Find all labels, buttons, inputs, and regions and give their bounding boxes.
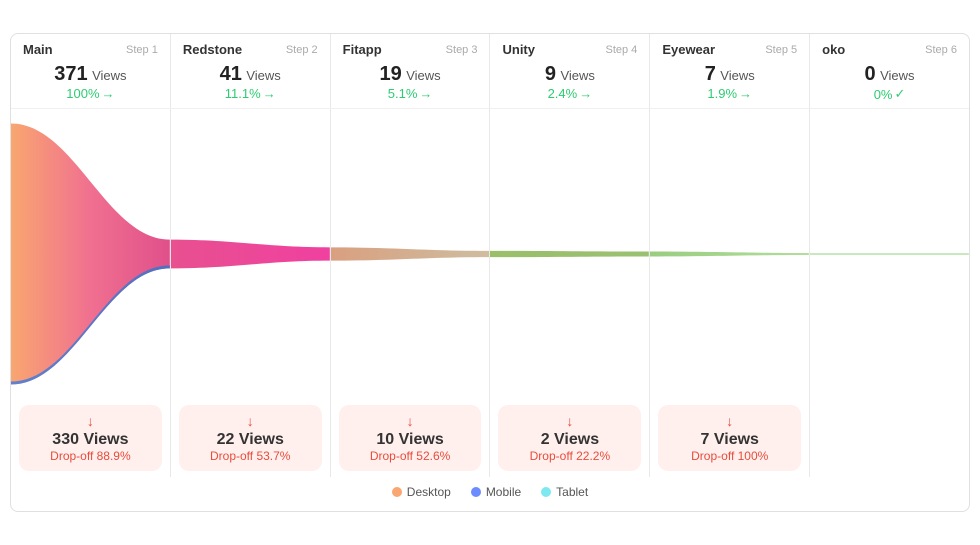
funnel-path-6 <box>810 253 969 255</box>
arrow-icon: → <box>102 86 115 101</box>
legend-label-desktop: Desktop <box>407 485 451 499</box>
legend: Desktop Mobile Tablet <box>11 477 969 503</box>
funnel-path-5 <box>650 252 809 257</box>
step-name-6: oko <box>822 42 845 57</box>
views-pct-2: 11.1%→ <box>183 86 318 101</box>
step-name-2: Redstone <box>183 42 242 57</box>
step-num-1: Step 1 <box>126 44 158 56</box>
dropoff-col-2: ↓ 22 Views Drop-off 53.7% <box>171 399 331 477</box>
legend-item-desktop: Desktop <box>392 485 451 499</box>
dropoff-label-1: Drop-off 88.9% <box>29 449 152 463</box>
dropoff-col-6 <box>810 399 969 477</box>
arrow-icon: → <box>419 86 432 101</box>
dropoff-label-4: Drop-off 22.2% <box>508 449 631 463</box>
step-col-3: Fitapp Step 3 19 Views 5.1%→ <box>331 34 491 108</box>
dropoff-arrow-icon-2: ↓ <box>189 413 312 429</box>
legend-label-mobile: Mobile <box>486 485 521 499</box>
dropoff-arrow-icon-4: ↓ <box>508 413 631 429</box>
dropoff-box-2: ↓ 22 Views Drop-off 53.7% <box>179 405 322 471</box>
step-num-5: Step 5 <box>765 44 797 56</box>
dropoff-label-5: Drop-off 100% <box>668 449 791 463</box>
step-name-4: Unity <box>502 42 535 57</box>
dropoff-col-5: ↓ 7 Views Drop-off 100% <box>650 399 810 477</box>
funnel-path-4 <box>490 251 649 257</box>
dropoff-views-4: 2 Views <box>508 431 631 449</box>
dropoff-label-2: Drop-off 53.7% <box>189 449 312 463</box>
funnel-svg-4 <box>490 109 649 399</box>
dropoff-views-3: 10 Views <box>349 431 472 449</box>
arrow-icon: → <box>263 86 276 101</box>
step-num-4: Step 4 <box>606 44 638 56</box>
funnel-area <box>11 109 969 399</box>
dropoff-box-5: ↓ 7 Views Drop-off 100% <box>658 405 801 471</box>
dropoff-label-3: Drop-off 52.6% <box>349 449 472 463</box>
step-col-4: Unity Step 4 9 Views 2.4%→ <box>490 34 650 108</box>
dropoff-arrow-icon-3: ↓ <box>349 413 472 429</box>
dropoff-col-1: ↓ 330 Views Drop-off 88.9% <box>11 399 171 477</box>
step-name-3: Fitapp <box>343 42 382 57</box>
step-col-2: Redstone Step 2 41 Views 11.1%→ <box>171 34 331 108</box>
legend-dot-tablet <box>541 487 551 497</box>
dropoff-box-1: ↓ 330 Views Drop-off 88.9% <box>19 405 162 471</box>
funnel-col-6 <box>810 109 969 399</box>
dropoff-box-4: ↓ 2 Views Drop-off 22.2% <box>498 405 641 471</box>
funnel-chart: Main Step 1 371 Views 100%→ Redstone Ste… <box>10 33 970 512</box>
views-pct-6: 0%✓ <box>822 86 957 102</box>
funnel-svg-5 <box>650 109 809 399</box>
funnel-path-1 <box>11 124 170 385</box>
dropoff-arrow-icon-5: ↓ <box>668 413 791 429</box>
funnel-col-4 <box>490 109 650 399</box>
funnel-svg-2 <box>171 109 330 399</box>
step-num-2: Step 2 <box>286 44 318 56</box>
step-num-6: Step 6 <box>925 44 957 56</box>
funnel-col-3 <box>331 109 491 399</box>
dropoff-views-2: 22 Views <box>189 431 312 449</box>
dropoff-col-3: ↓ 10 Views Drop-off 52.6% <box>331 399 491 477</box>
dropoff-box-3: ↓ 10 Views Drop-off 52.6% <box>339 405 482 471</box>
funnel-col-1 <box>11 109 171 399</box>
views-pct-1: 100%→ <box>23 86 158 101</box>
funnel-svg-6 <box>810 109 969 399</box>
legend-item-tablet: Tablet <box>541 485 588 499</box>
funnel-path-3 <box>331 247 490 260</box>
dropoff-col-4: ↓ 2 Views Drop-off 22.2% <box>490 399 650 477</box>
funnel-col-2 <box>171 109 331 399</box>
dropoff-arrow-icon-1: ↓ <box>29 413 152 429</box>
funnel-col-5 <box>650 109 810 399</box>
step-col-6: oko Step 6 0 Views 0%✓ <box>810 34 969 108</box>
step-col-1: Main Step 1 371 Views 100%→ <box>11 34 171 108</box>
step-col-5: Eyewear Step 5 7 Views 1.9%→ <box>650 34 810 108</box>
funnel-svg-3 <box>331 109 490 399</box>
step-num-3: Step 3 <box>446 44 478 56</box>
dropoff-row: ↓ 330 Views Drop-off 88.9% ↓ 22 Views Dr… <box>11 399 969 477</box>
views-pct-3: 5.1%→ <box>343 86 478 101</box>
views-count-1: 371 Views <box>23 63 158 86</box>
funnel-path-2 <box>171 240 330 269</box>
views-pct-5: 1.9%→ <box>662 86 797 101</box>
arrow-icon: → <box>579 86 592 101</box>
arrow-icon: → <box>739 86 752 101</box>
views-pct-4: 2.4%→ <box>502 86 637 101</box>
check-icon: ✓ <box>895 86 906 102</box>
dropoff-views-5: 7 Views <box>668 431 791 449</box>
views-count-6: 0 Views <box>822 63 957 86</box>
views-count-4: 9 Views <box>502 63 637 86</box>
dropoff-views-1: 330 Views <box>29 431 152 449</box>
views-count-5: 7 Views <box>662 63 797 86</box>
step-name-5: Eyewear <box>662 42 715 57</box>
legend-item-mobile: Mobile <box>471 485 521 499</box>
legend-dot-desktop <box>392 487 402 497</box>
funnel-svg-1 <box>11 109 170 399</box>
steps-header-row: Main Step 1 371 Views 100%→ Redstone Ste… <box>11 34 969 109</box>
views-count-3: 19 Views <box>343 63 478 86</box>
legend-label-tablet: Tablet <box>556 485 588 499</box>
step-name-1: Main <box>23 42 53 57</box>
views-count-2: 41 Views <box>183 63 318 86</box>
legend-dot-mobile <box>471 487 481 497</box>
